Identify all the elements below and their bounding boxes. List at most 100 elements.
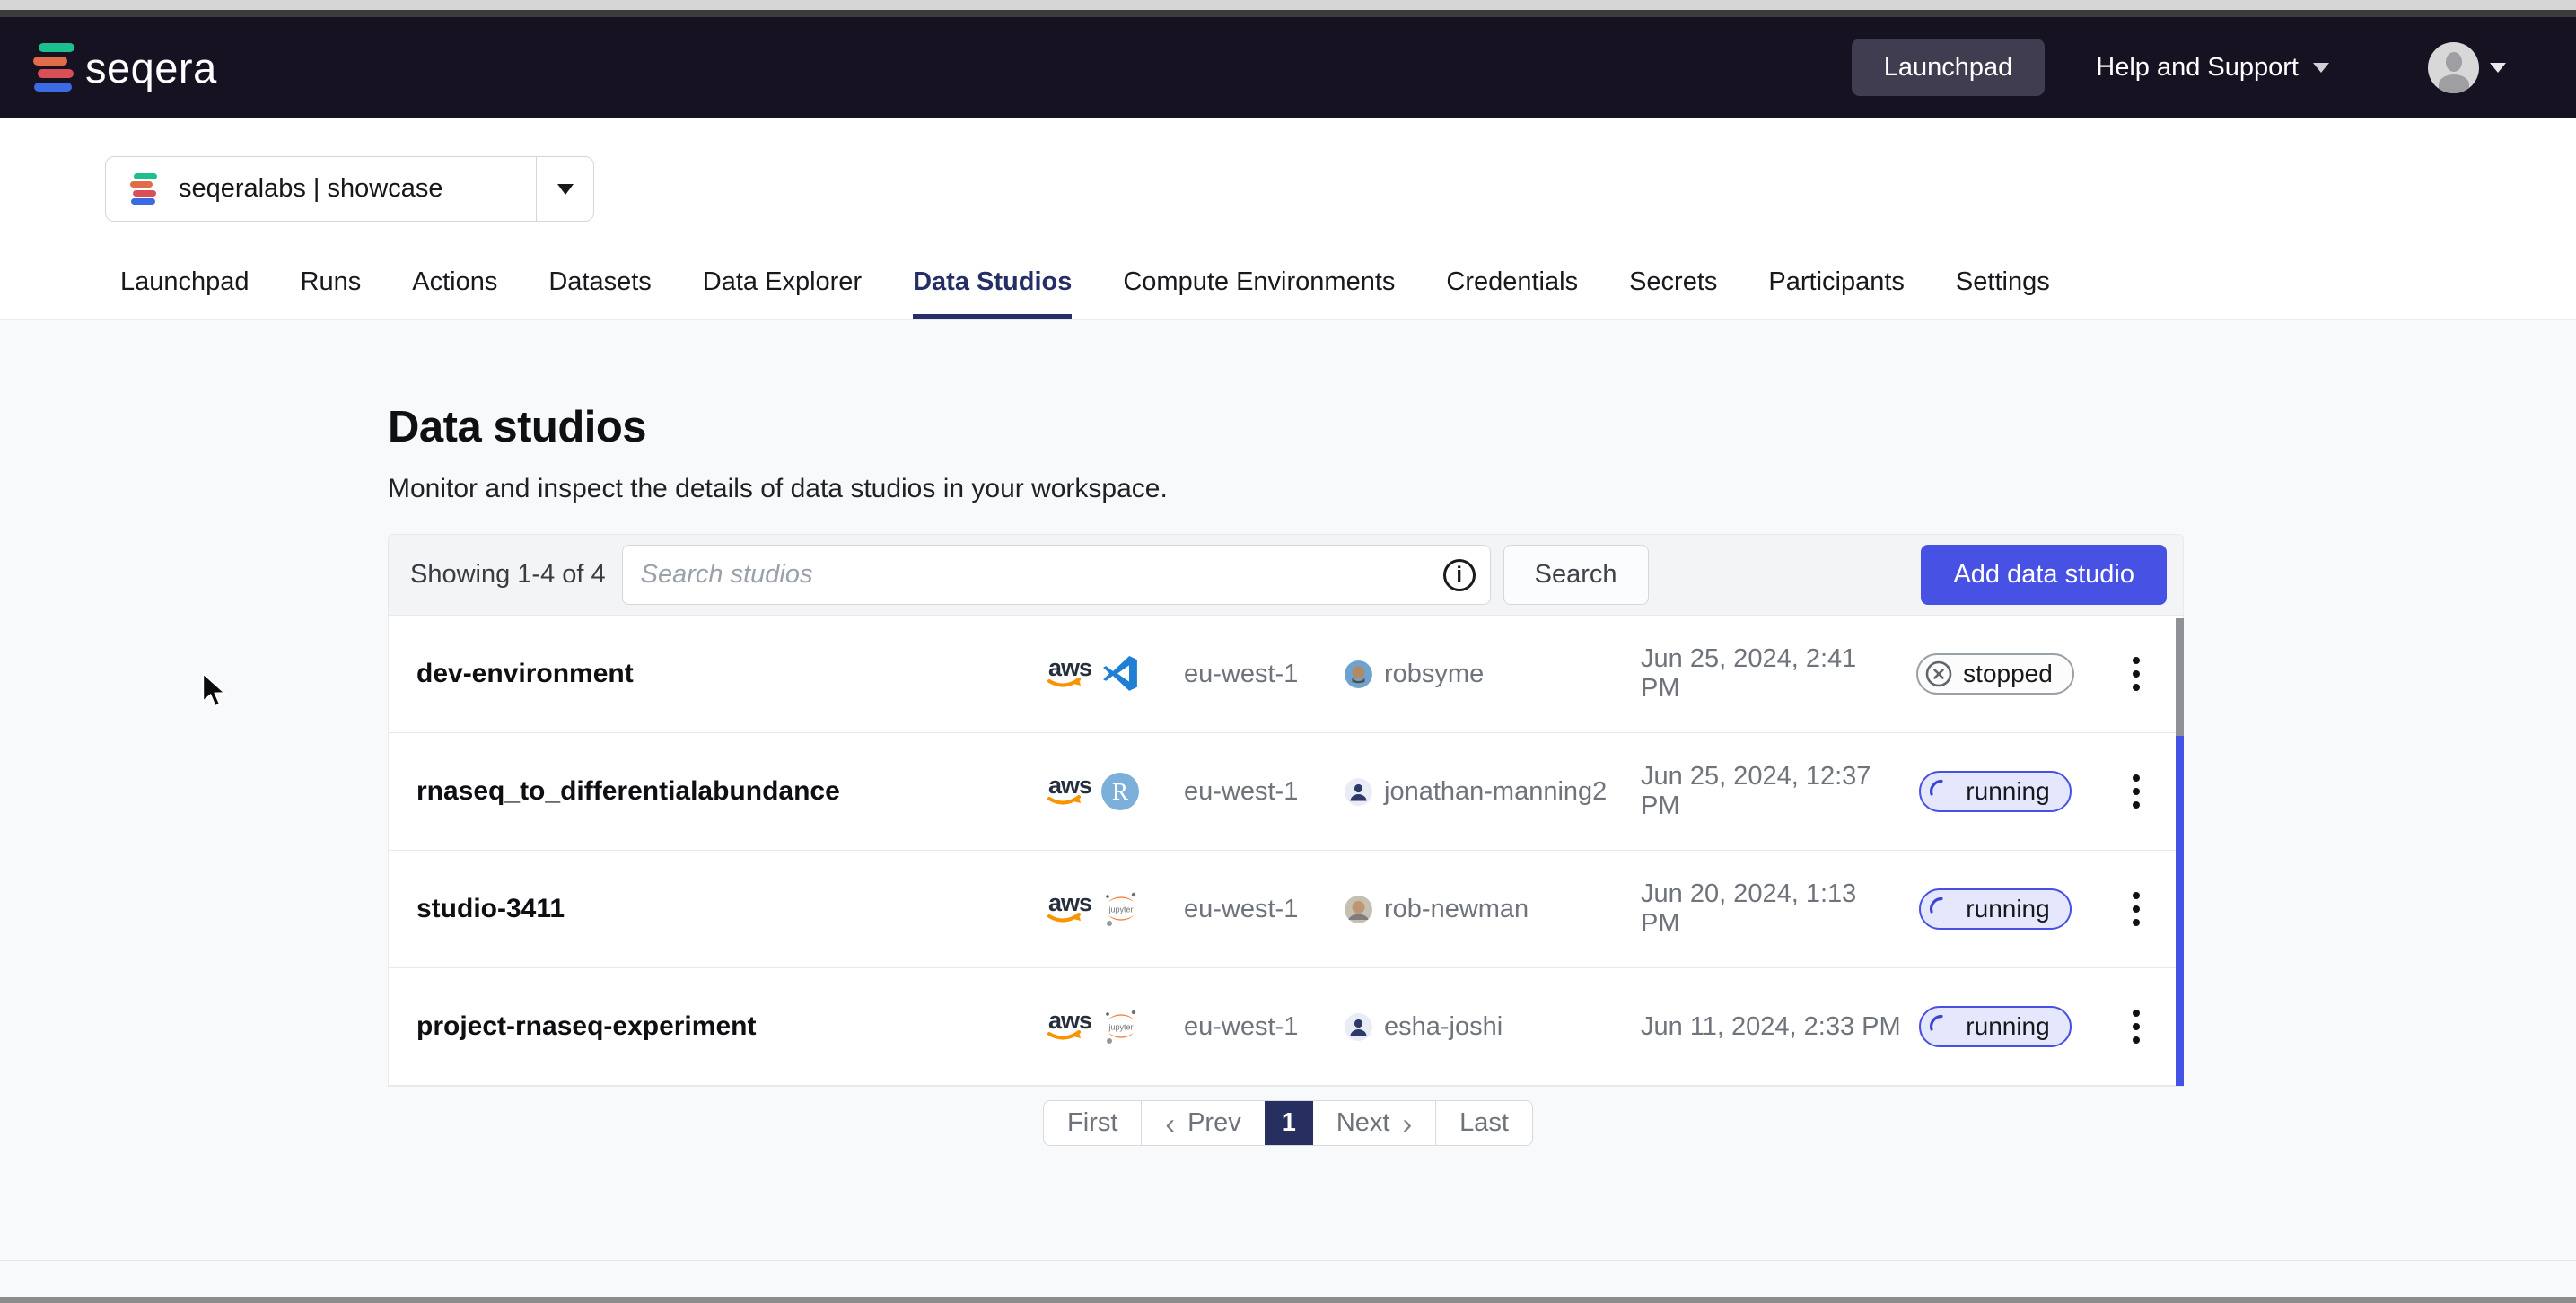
studio-date: Jun 11, 2024, 2:33 PM bbox=[1641, 1012, 1901, 1042]
table-row[interactable]: dev-environment aws eu-west-1 robsyme Ju… bbox=[389, 616, 2183, 733]
pagination-last[interactable]: Last bbox=[1435, 1101, 1532, 1145]
status-badge: stopped bbox=[1916, 653, 2074, 695]
search-button[interactable]: Search bbox=[1503, 545, 1649, 605]
r-language-icon: R bbox=[1101, 773, 1139, 810]
scrollbar-thumb[interactable] bbox=[2176, 618, 2184, 736]
tab-compute-environments[interactable]: Compute Environments bbox=[1123, 267, 1395, 319]
vscode-icon bbox=[1101, 655, 1139, 693]
provider-icon-slot: aws bbox=[1045, 656, 1088, 692]
svg-text:jupyter: jupyter bbox=[1108, 1023, 1133, 1032]
page-subtitle: Monitor and inspect the details of data … bbox=[388, 474, 1168, 504]
user-generic-icon bbox=[1345, 778, 1372, 806]
tab-participants[interactable]: Participants bbox=[1768, 267, 1905, 319]
info-icon[interactable]: i bbox=[1443, 559, 1476, 591]
browser-top-edge bbox=[0, 0, 2576, 10]
status-badge: running bbox=[1919, 1006, 2071, 1047]
workspace-selector[interactable]: seqeralabs | showcase bbox=[105, 156, 594, 222]
provider-icon-slot: aws bbox=[1045, 891, 1088, 927]
studio-name[interactable]: project-rnaseq-experiment bbox=[416, 1011, 1045, 1042]
pagination-prev[interactable]: ‹ Prev bbox=[1141, 1101, 1264, 1145]
studio-icons: aws jupyter bbox=[1045, 889, 1184, 929]
browser-bottom-edge bbox=[0, 1297, 2576, 1303]
tool-icon-slot: R bbox=[1101, 773, 1139, 810]
row-menu-button[interactable] bbox=[2127, 652, 2145, 696]
jupyter-icon: jupyter bbox=[1101, 889, 1141, 929]
provider-icon-slot: aws bbox=[1045, 1009, 1088, 1045]
tab-settings[interactable]: Settings bbox=[1956, 267, 2050, 319]
workspace-dropdown-button[interactable] bbox=[536, 157, 593, 221]
row-menu-button[interactable] bbox=[2127, 769, 2145, 814]
help-and-support-menu[interactable]: Help and Support bbox=[2096, 53, 2329, 83]
table-row[interactable]: rnaseq_to_differentialabundance aws R eu… bbox=[389, 733, 2183, 851]
tab-datasets[interactable]: Datasets bbox=[548, 267, 651, 319]
add-data-studio-button[interactable]: Add data studio bbox=[1921, 545, 2167, 605]
logo-wordmark: seqera bbox=[85, 43, 217, 92]
pagination-next[interactable]: Next › bbox=[1313, 1101, 1435, 1145]
studio-date: Jun 25, 2024, 2:41 PM bbox=[1641, 644, 1901, 704]
studio-user: robsyme bbox=[1345, 660, 1641, 689]
page-title: Data studios bbox=[388, 402, 646, 452]
seqera-logo-icon bbox=[33, 43, 74, 92]
user-photo-avatar bbox=[1345, 896, 1372, 923]
pagination-current-page[interactable]: 1 bbox=[1265, 1101, 1313, 1145]
pagination-prev-label: Prev bbox=[1187, 1108, 1241, 1138]
studio-username: robsyme bbox=[1384, 660, 1484, 689]
jupyter-icon: jupyter bbox=[1101, 1007, 1141, 1046]
tab-data-studios[interactable]: Data Studios bbox=[913, 267, 1072, 319]
studio-user: jonathan-manning2 bbox=[1345, 777, 1641, 807]
studio-region: eu-west-1 bbox=[1184, 660, 1345, 689]
chevron-right-icon: › bbox=[1402, 1109, 1412, 1138]
search-input-wrap: i bbox=[622, 545, 1491, 605]
studio-icons: aws R bbox=[1045, 773, 1184, 810]
studio-name[interactable]: studio-3411 bbox=[416, 894, 1045, 924]
status-cell: running bbox=[1901, 1006, 2090, 1047]
studios-table-body: dev-environment aws eu-west-1 robsyme Ju… bbox=[389, 616, 2183, 1086]
tab-credentials[interactable]: Credentials bbox=[1446, 267, 1578, 319]
avatar-slot bbox=[1345, 1013, 1372, 1041]
running-spinner-icon bbox=[1926, 776, 1957, 807]
tab-runs[interactable]: Runs bbox=[301, 267, 362, 319]
user-menu[interactable] bbox=[2428, 42, 2506, 93]
aws-icon: aws bbox=[1045, 891, 1088, 927]
row-menu-button[interactable] bbox=[2127, 1004, 2145, 1049]
mouse-cursor bbox=[199, 671, 235, 715]
studio-username: esha-joshi bbox=[1384, 1012, 1503, 1042]
seqera-logo[interactable]: seqera bbox=[33, 43, 217, 92]
status-icon-slot bbox=[1926, 1011, 1957, 1042]
aws-icon: aws bbox=[1045, 774, 1088, 809]
table-row[interactable]: project-rnaseq-experiment aws jupyter eu… bbox=[389, 968, 2183, 1086]
status-cell: running bbox=[1901, 771, 2090, 812]
studio-name[interactable]: rnaseq_to_differentialabundance bbox=[416, 776, 1045, 807]
help-and-support-label: Help and Support bbox=[2096, 53, 2299, 83]
table-toolbar: Showing 1-4 of 4 i Search Add data studi… bbox=[389, 535, 2183, 616]
stopped-circle-x-icon bbox=[1923, 659, 1954, 689]
pagination-first[interactable]: First bbox=[1044, 1101, 1141, 1145]
user-generic-icon bbox=[1345, 1013, 1372, 1041]
browser-top-edge-dark bbox=[0, 10, 2576, 17]
status-label: running bbox=[1966, 1012, 2049, 1041]
status-label: running bbox=[1966, 777, 2049, 806]
studio-name[interactable]: dev-environment bbox=[416, 659, 1045, 689]
studio-username: rob-newman bbox=[1384, 895, 1529, 924]
tab-secrets[interactable]: Secrets bbox=[1629, 267, 1717, 319]
tab-actions[interactable]: Actions bbox=[412, 267, 497, 319]
row-menu-button[interactable] bbox=[2127, 887, 2145, 931]
chevron-down-icon bbox=[557, 184, 574, 195]
chevron-down-icon bbox=[2490, 63, 2506, 73]
tab-launchpad[interactable]: Launchpad bbox=[120, 267, 250, 319]
search-input[interactable] bbox=[623, 546, 1443, 604]
table-row[interactable]: studio-3411 aws jupyter eu-west-1 rob-ne… bbox=[389, 851, 2183, 968]
launchpad-button[interactable]: Launchpad bbox=[1852, 39, 2046, 96]
avatar-slot bbox=[1345, 778, 1372, 806]
aws-icon: aws bbox=[1045, 656, 1088, 692]
status-cell: stopped bbox=[1901, 653, 2090, 695]
provider-icon-slot: aws bbox=[1045, 774, 1088, 809]
tab-data-explorer[interactable]: Data Explorer bbox=[703, 267, 862, 319]
svg-text:jupyter: jupyter bbox=[1108, 905, 1133, 914]
status-icon-slot bbox=[1926, 894, 1957, 924]
studio-region: eu-west-1 bbox=[1184, 777, 1345, 807]
tabbar-divider bbox=[0, 319, 2576, 320]
studio-user: rob-newman bbox=[1345, 895, 1641, 924]
table-scrollbar[interactable] bbox=[2176, 618, 2184, 1086]
status-cell: running bbox=[1901, 888, 2090, 930]
